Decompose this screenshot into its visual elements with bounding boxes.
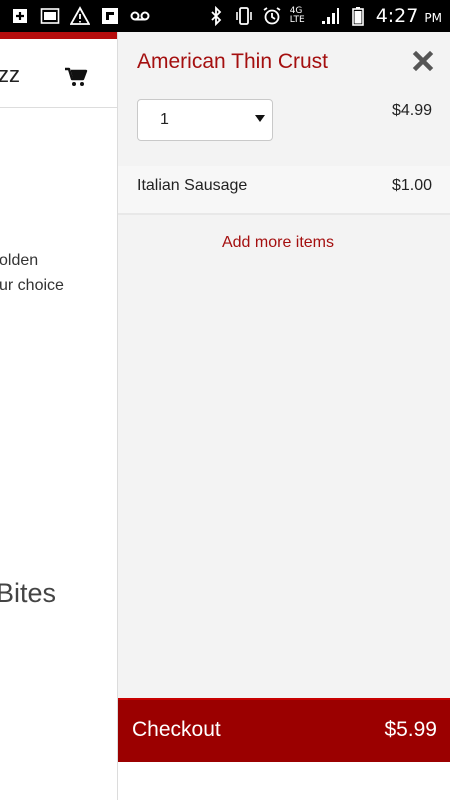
description-line: olden <box>0 252 39 269</box>
topping-row: Italian Sausage $1.00 <box>118 166 450 215</box>
checkout-total: $5.99 <box>384 718 437 741</box>
clock: 4:27 PM <box>376 5 442 27</box>
cart-icon[interactable] <box>64 67 88 87</box>
app-title-fragment: zz <box>0 62 20 87</box>
add-icon <box>13 9 27 23</box>
topping-name: Italian Sausage <box>137 177 248 194</box>
cart-item-title: American Thin Crust <box>137 50 329 73</box>
header-divider <box>0 107 120 108</box>
section-title-fragment: Bites <box>0 578 57 608</box>
description-line: ur choice <box>0 277 64 294</box>
clock-time: 4:27 <box>375 5 419 27</box>
flipboard-icon <box>102 8 118 24</box>
cart-item-price: $4.99 <box>391 102 432 119</box>
quantity-select[interactable]: 1 <box>137 99 273 141</box>
network-label: 4G LTE <box>289 6 305 25</box>
topping-price: $1.00 <box>391 177 432 194</box>
notification-icons <box>10 6 150 26</box>
checkout-button[interactable]: Checkout $5.99 <box>118 698 450 762</box>
alarm-icon <box>263 7 281 25</box>
menu-page: zz olden ur choice Bites <box>0 32 120 800</box>
signal-icon <box>321 8 339 24</box>
warning-icon <box>70 6 90 25</box>
quantity-value: 1 <box>160 111 169 128</box>
add-more-items-link[interactable]: Add more items <box>118 234 438 252</box>
remove-item-icon[interactable] <box>412 50 434 72</box>
cart-drawer: American Thin Crust 1 $4.99 Italian Saus… <box>117 32 450 800</box>
clock-ampm: PM <box>424 11 442 25</box>
vibrate-icon <box>235 7 252 25</box>
checkout-label: Checkout <box>132 718 221 741</box>
item-description-fragment: olden ur choice <box>0 248 64 298</box>
drawer-footer <box>118 762 450 800</box>
voicemail-icon <box>130 11 150 21</box>
status-bar: 4G LTE 4:27 PM <box>0 0 450 32</box>
dropdown-arrow-icon <box>255 115 265 122</box>
gallery-icon <box>40 8 60 24</box>
system-icons: 4G LTE 4:27 PM <box>206 4 442 28</box>
header-accent-strip <box>0 32 120 39</box>
battery-icon <box>351 7 364 26</box>
bluetooth-icon <box>211 6 221 26</box>
